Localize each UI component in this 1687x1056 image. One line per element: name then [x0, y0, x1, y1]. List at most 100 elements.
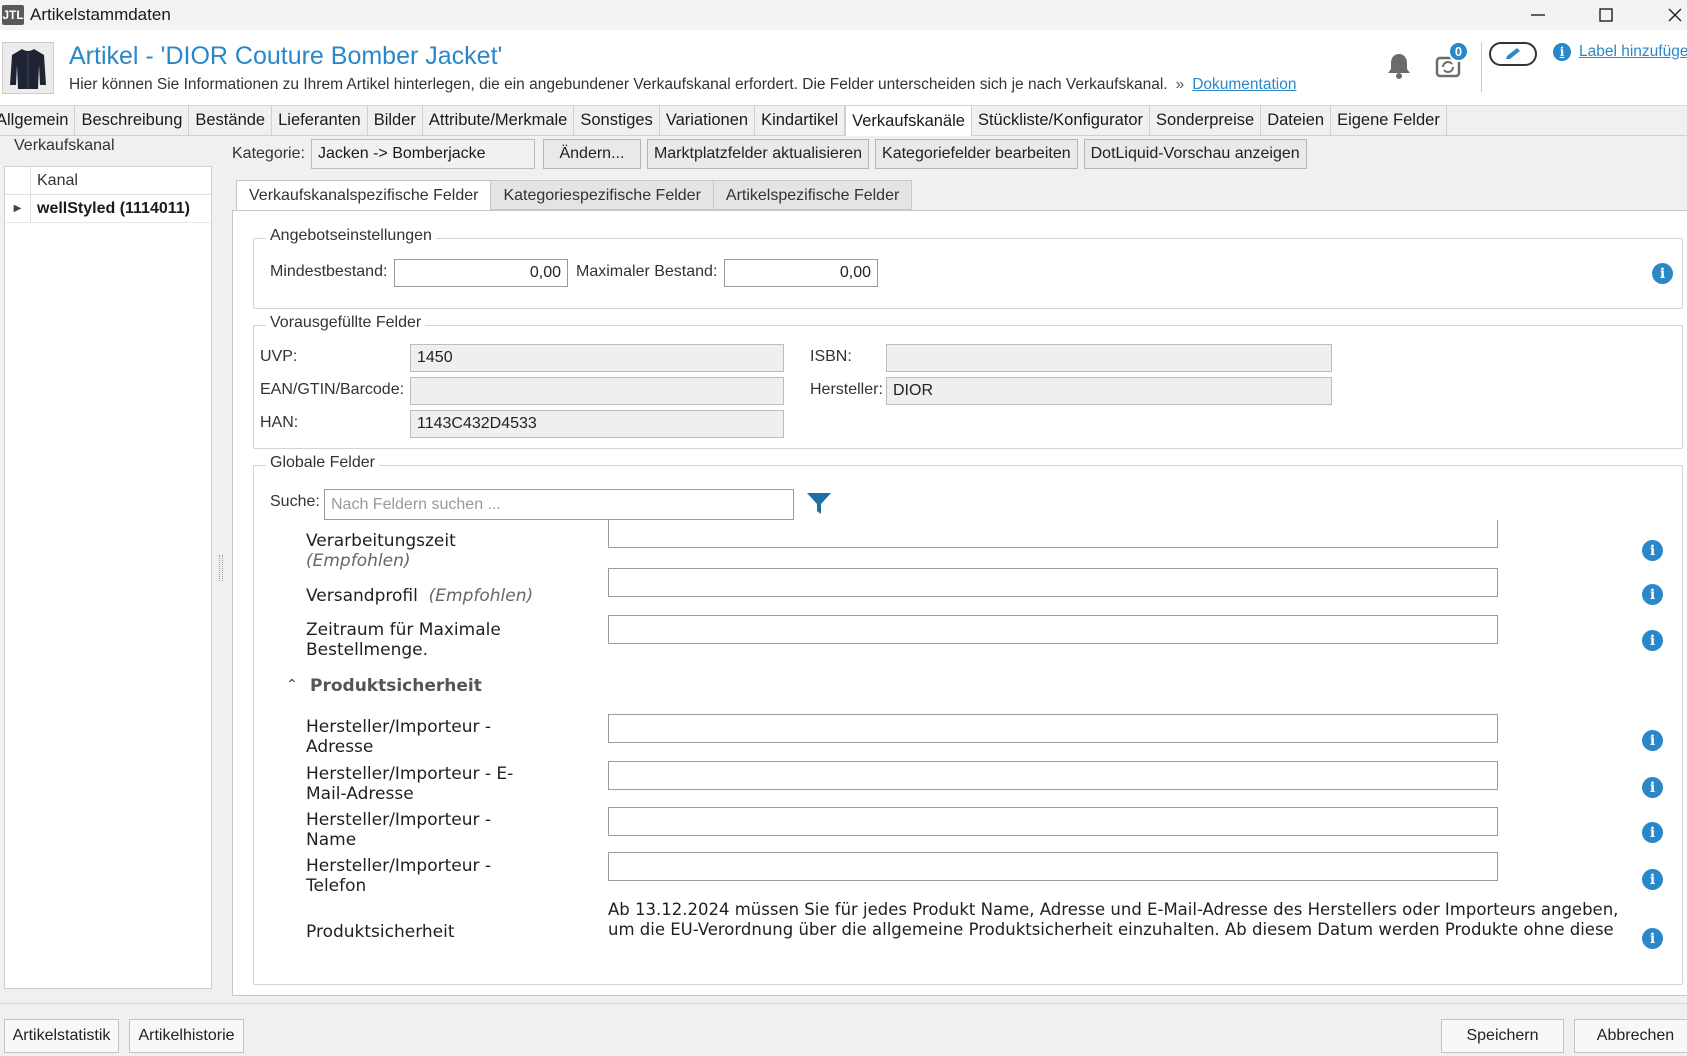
bell-icon[interactable] — [1386, 52, 1412, 80]
cancel-button[interactable]: Abbrechen — [1574, 1019, 1687, 1053]
sales-channel-legend: Verkaufskanal — [12, 137, 117, 155]
article-history-button[interactable]: Artikelhistorie — [129, 1019, 244, 1053]
min-stock-input[interactable]: 0,00 — [394, 259, 568, 287]
shipping-profile-input[interactable] — [608, 568, 1498, 597]
tab-bilder[interactable]: Bilder — [368, 105, 423, 135]
field-label-manufacturer-phone: Hersteller/Importeur - Telefon — [306, 856, 492, 896]
tab-dateien[interactable]: Dateien — [1261, 105, 1332, 135]
min-stock-label: Mindestbestand: — [270, 263, 388, 280]
han-label: HAN: — [260, 414, 299, 431]
tab-eigene-felder[interactable]: Eigene Felder — [1331, 105, 1447, 135]
add-label-link[interactable]: i Label hinzufügen — [1545, 43, 1687, 61]
manufacturer-name-input[interactable] — [608, 807, 1498, 836]
max-stock-input[interactable]: 0,00 — [724, 259, 878, 287]
info-icon[interactable]: i — [1652, 263, 1673, 284]
subtitle-text: Hier können Sie Informationen zu Ihrem A… — [69, 76, 1168, 93]
field-label-manufacturer-email: Hersteller/Importeur - E- Mail-Adresse — [306, 764, 514, 804]
page-subtitle: Hier können Sie Informationen zu Ihrem A… — [69, 76, 1296, 94]
channel-name: wellStyled (1114011) — [37, 199, 190, 217]
prefilled-fields-group: Vorausgefüllte Felder UVP: 1450 EAN/GTIN… — [253, 314, 1683, 449]
article-statistics-button[interactable]: Artikelstatistik — [4, 1019, 119, 1053]
subtitle-separator: » — [1175, 76, 1185, 93]
save-button[interactable]: Speichern — [1441, 1019, 1564, 1053]
manufacturer-phone-input[interactable] — [608, 852, 1498, 881]
tab-sonderpreise[interactable]: Sonderpreise — [1150, 105, 1262, 135]
window-titlebar: JTL Artikelstammdaten — [0, 0, 1687, 30]
manufacturer-field[interactable]: DIOR — [886, 377, 1332, 405]
tab-article-specific-fields[interactable]: Artikelspezifische Felder — [713, 180, 913, 210]
splitter-handle[interactable] — [219, 555, 223, 581]
tab-lieferanten[interactable]: Lieferanten — [272, 105, 368, 135]
documentation-link[interactable]: Dokumentation — [1192, 76, 1296, 93]
filter-icon[interactable] — [806, 492, 832, 521]
grid-header-indicator — [5, 167, 31, 194]
page-title: Artikel - 'DIOR Couture Bomber Jacket' — [69, 42, 503, 70]
tab-beschreibung[interactable]: Beschreibung — [75, 105, 190, 135]
info-icon[interactable]: i — [1642, 540, 1663, 561]
close-icon[interactable] — [1652, 0, 1687, 30]
section-product-safety[interactable]: Produktsicherheit — [310, 676, 482, 696]
info-icon[interactable]: i — [1642, 928, 1663, 949]
tab-stueckliste-konfigurator[interactable]: Stückliste/Konfigurator — [972, 105, 1151, 135]
search-input[interactable]: Nach Feldern suchen ... — [324, 489, 794, 520]
info-icon[interactable]: i — [1642, 730, 1663, 751]
product-safety-note: Ab 13.12.2024 müssen Sie für jedes Produ… — [608, 900, 1619, 939]
tab-kindartikel[interactable]: Kindartikel — [755, 105, 846, 135]
global-fields-legend: Globale Felder — [266, 454, 379, 472]
tab-category-specific-fields[interactable]: Kategoriespezifische Felder — [491, 180, 714, 210]
column-header-kanal[interactable]: Kanal — [31, 167, 78, 194]
field-label-max-order-period: Zeitraum für Maximale Bestellmenge. — [306, 620, 501, 660]
global-fields-group: Globale Felder Suche: Nach Feldern suche… — [253, 454, 1683, 985]
edit-label-button[interactable] — [1489, 42, 1537, 66]
max-order-period-input[interactable] — [608, 615, 1498, 644]
tab-attribute-merkmale[interactable]: Attribute/Merkmale — [423, 105, 575, 135]
tab-sonstiges[interactable]: Sonstiges — [574, 105, 660, 135]
processing-time-input[interactable] — [608, 520, 1498, 548]
main-tabs: Allgemein Beschreibung Bestände Lieferan… — [0, 105, 1687, 136]
info-icon[interactable]: i — [1642, 777, 1663, 798]
isbn-label: ISBN: — [810, 348, 852, 365]
window-title: Artikelstammdaten — [30, 5, 171, 24]
article-thumbnail — [2, 42, 54, 94]
change-category-button[interactable]: Ändern... — [542, 139, 641, 169]
manufacturer-address-input[interactable] — [608, 714, 1498, 743]
add-label-text: Label hinzufügen — [1579, 43, 1687, 60]
chevron-up-icon[interactable]: ⌃ — [286, 676, 298, 693]
grid-header: Kanal — [5, 167, 211, 195]
sales-channel-panel: Verkaufskanal Kanal ▶ wellStyled (111401… — [0, 137, 218, 997]
max-stock-label: Maximaler Bestand: — [576, 263, 718, 280]
info-icon[interactable]: i — [1642, 584, 1663, 605]
header-divider — [1481, 42, 1482, 92]
channel-fields-content: Angebotseinstellungen Mindestbestand: 0,… — [232, 210, 1687, 996]
isbn-field[interactable] — [886, 344, 1332, 372]
minimize-icon[interactable] — [1515, 0, 1561, 30]
maximize-icon[interactable] — [1583, 0, 1629, 30]
tab-bestaende[interactable]: Bestände — [189, 105, 273, 135]
tab-variationen[interactable]: Variationen — [660, 105, 756, 135]
tab-channel-specific-fields[interactable]: Verkaufskanalspezifische Felder — [236, 180, 492, 211]
field-label-manufacturer-address: Hersteller/Importeur - Adresse — [306, 717, 492, 757]
info-icon[interactable]: i — [1642, 630, 1663, 651]
uvp-label: UVP: — [260, 348, 298, 365]
field-label-manufacturer-name: Hersteller/Importeur - Name — [306, 810, 492, 850]
app-logo-icon: JTL — [2, 5, 24, 25]
uvp-field[interactable]: 1450 — [410, 344, 784, 372]
table-row[interactable]: ▶ wellStyled (1114011) — [5, 194, 211, 223]
ean-label: EAN/GTIN/Barcode: — [260, 381, 405, 398]
info-icon[interactable]: i — [1642, 822, 1663, 843]
category-value: Jacken -> Bomberjacke — [310, 139, 535, 169]
tab-verkaufskanaele[interactable]: Verkaufskanäle — [845, 105, 972, 136]
pencil-icon — [1506, 48, 1520, 59]
footer-bar: Artikelstatistik Artikelhistorie Speiche… — [0, 1003, 1687, 1056]
dotliquid-preview-button[interactable]: DotLiquid-Vorschau anzeigen — [1083, 139, 1307, 169]
han-field[interactable]: 1143C432D4533 — [410, 410, 784, 438]
manufacturer-label: Hersteller: — [810, 381, 883, 398]
manufacturer-email-input[interactable] — [608, 761, 1498, 790]
tab-allgemein[interactable]: Allgemein — [0, 105, 76, 135]
info-icon[interactable]: i — [1642, 869, 1663, 890]
update-marketplace-fields-button[interactable]: Marktplatzfelder aktualisieren — [646, 139, 870, 169]
edit-category-fields-button[interactable]: Kategoriefelder bearbeiten — [875, 139, 1078, 169]
ean-field[interactable] — [410, 377, 784, 405]
article-header: Artikel - 'DIOR Couture Bomber Jacket' H… — [0, 30, 1687, 106]
category-label: Kategorie: — [232, 145, 305, 162]
